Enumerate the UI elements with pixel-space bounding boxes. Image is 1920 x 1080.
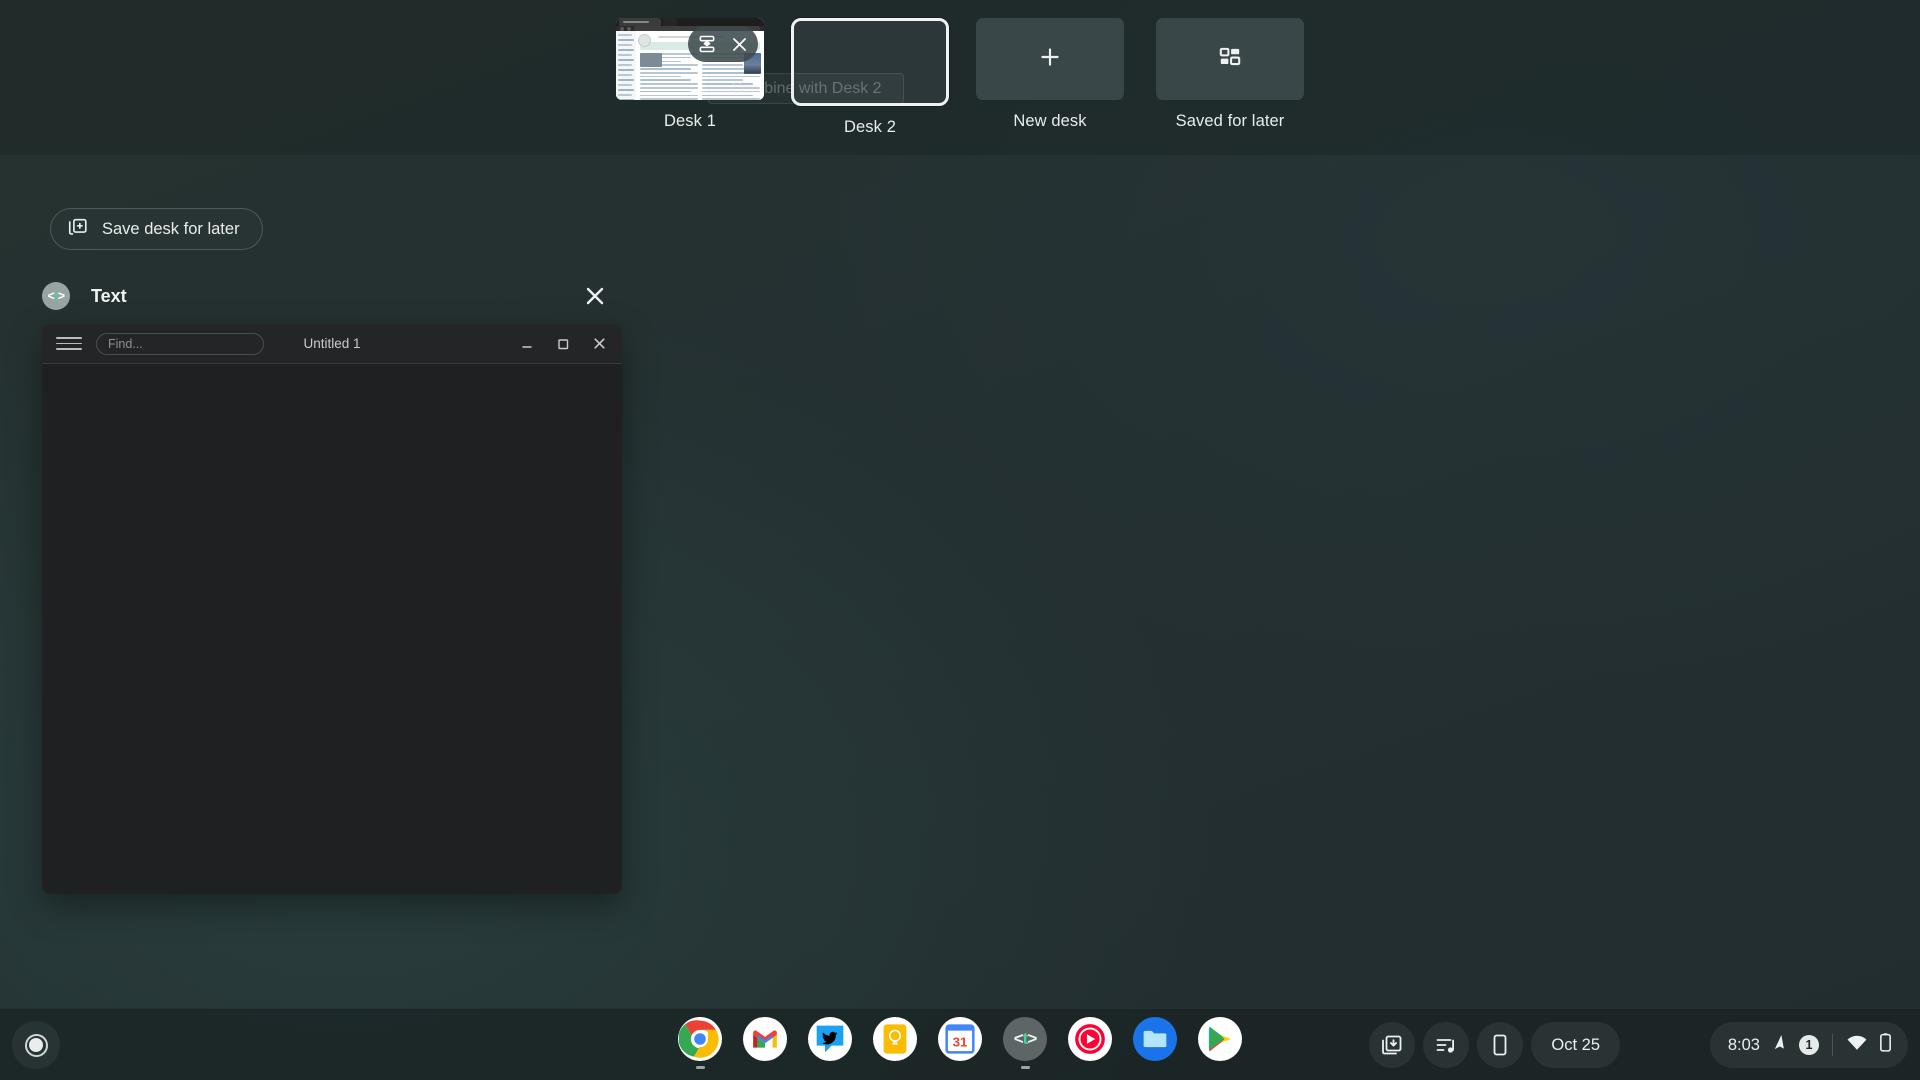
phone-hub-icon[interactable] [1477,1022,1524,1068]
save-desk-for-later-button[interactable]: Save desk for later [50,208,263,250]
combine-desks-icon[interactable] [692,29,722,59]
running-indicator [695,1066,705,1069]
twitter-icon [808,1017,852,1061]
saved-desks-icon [1217,44,1243,75]
thumbnail-tabbar [616,18,764,26]
saved-for-later-button[interactable] [1156,18,1304,100]
close-icon[interactable] [724,29,754,59]
text-app-icon: <t> [1003,1017,1047,1061]
thumbnail-image [640,53,662,67]
minimize-icon[interactable] [510,328,544,360]
shelf-app-text[interactable]: <t> [1001,1016,1049,1074]
running-indicator [826,1066,835,1069]
running-indicator [1086,1066,1095,1069]
media-controls-icon[interactable] [1423,1022,1470,1068]
text-editor-body[interactable] [42,364,622,894]
notification-badge: 1 [1799,1035,1819,1055]
window-controls [510,328,616,360]
shelf-app-play-store[interactable] [1196,1016,1244,1074]
close-icon[interactable] [580,281,610,311]
running-indicator [761,1066,770,1069]
desk-1-actions [688,26,758,62]
desk-bar: Combine with Desk 2 Desk 1 Desk 2 New de… [0,0,1920,155]
shelf-app-icons: 31 <t> [0,1009,1920,1080]
new-desk-button[interactable] [976,18,1124,100]
desk-preview-2[interactable] [791,18,949,106]
plus-icon [1037,44,1063,75]
screen-capture-icon[interactable] [1369,1022,1416,1068]
running-indicator [956,1066,965,1069]
new-desk-label: New desk [1013,112,1087,130]
close-icon[interactable] [582,328,616,360]
saved-for-later-label: Saved for later [1175,112,1285,130]
status-tray[interactable]: 8:03 1 [1709,1022,1908,1068]
running-indicator [891,1066,900,1069]
desk-entry-1[interactable]: Combine with Desk 2 Desk 1 [611,18,904,131]
clock-label: 8:03 [1727,1035,1760,1054]
shelf-app-chrome[interactable] [676,1016,724,1074]
text-editor-titlebar: Untitled 1 [42,324,622,364]
battery-icon [1879,1032,1892,1058]
text-app-icon: <t> [42,282,70,310]
shelf-app-files[interactable] [1131,1016,1179,1074]
desk-label-2: Desk 2 [844,118,896,136]
keep-icon [873,1017,917,1061]
wifi-icon [1846,1034,1868,1057]
desk-preview-1[interactable]: Combine with Desk 2 [616,18,904,104]
thumbnail-dot [620,26,624,31]
thumbnail-sidebar [616,31,636,100]
date-tray-button[interactable]: Oct 25 [1531,1022,1620,1068]
desk-label-1: Desk 1 [664,112,716,130]
thumbnail-tab [619,18,661,26]
shelf-app-gmail[interactable] [741,1016,789,1074]
overview-item-text[interactable]: <t> Text Untitled 1 [42,268,622,894]
shelf-app-keep[interactable] [871,1016,919,1074]
text-app-icon-left: < [47,289,55,303]
thumbnail-dot [627,26,631,31]
pointer-icon [1771,1033,1788,1057]
hamburger-menu-icon[interactable] [56,331,82,357]
text-app-icon-right: > [57,289,65,303]
shelf-app-youtube-music[interactable] [1066,1016,1114,1074]
youtube-music-icon [1068,1017,1112,1061]
new-desk-entry[interactable]: New desk [971,18,1129,131]
thumbnail-column [640,53,698,100]
shelf-app-calendar[interactable]: 31 [936,1016,984,1074]
overview-item-header: < t > Text [42,268,622,324]
shelf: 31 <t> Oct 25 8:03 1 [0,1008,1920,1080]
shelf-app-twitter[interactable] [806,1016,854,1074]
maximize-icon[interactable] [546,328,580,360]
gmail-icon [743,1017,787,1061]
svg-text:31: 31 [953,1035,968,1050]
running-indicator [1216,1066,1225,1069]
date-label: Oct 25 [1551,1035,1600,1054]
running-indicator [1151,1066,1160,1069]
tray-separator [1832,1034,1833,1056]
files-icon [1133,1017,1177,1061]
play-store-icon [1198,1017,1242,1061]
saved-for-later-entry[interactable]: Saved for later [1151,18,1309,131]
calendar-icon: 31 [938,1017,982,1061]
desk-entry-2[interactable]: Desk 2 [791,18,949,137]
text-editor-window[interactable]: Untitled 1 [42,324,622,894]
overview-item-title: Text [91,285,127,306]
chrome-icon [678,1017,722,1061]
thumbnail-logo-icon [638,34,651,47]
shelf-tray-buttons: Oct 25 [1369,1022,1620,1068]
save-desk-label: Save desk for later [102,219,240,238]
find-input[interactable] [96,332,264,355]
running-indicator [1020,1066,1030,1069]
save-desk-icon [67,216,89,243]
thumbnail-tab [663,18,677,26]
